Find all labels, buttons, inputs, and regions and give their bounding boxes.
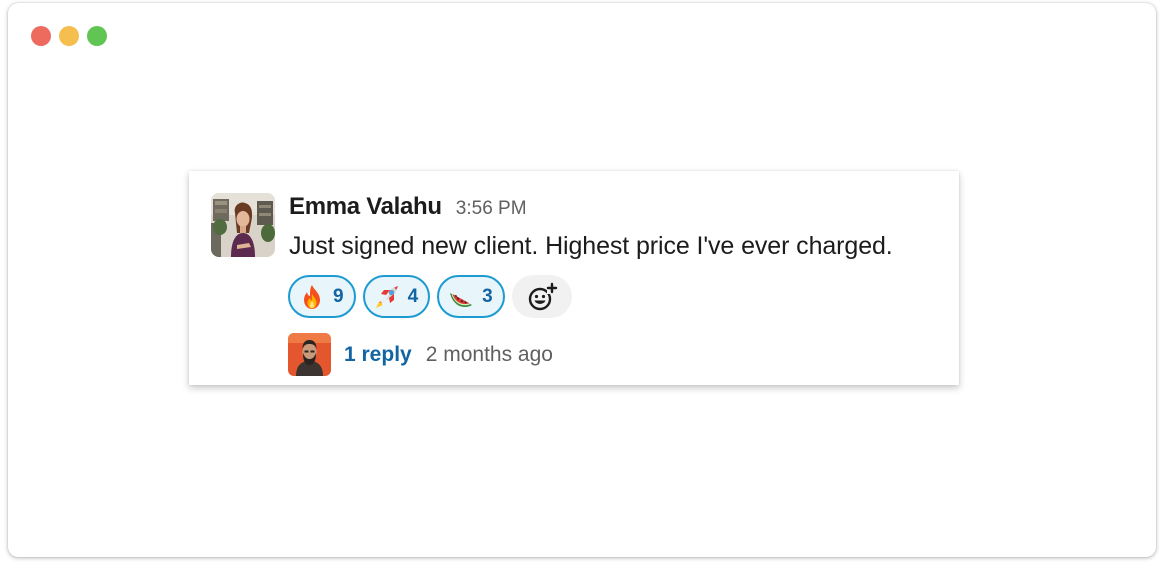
reaction-count: 3	[482, 285, 493, 307]
message-timestamp[interactable]: 3:56 PM	[456, 198, 527, 220]
rocket-emoji-icon	[375, 285, 398, 308]
reply-count-link[interactable]: 1 reply	[344, 343, 412, 367]
watermelon-emoji-icon	[450, 292, 473, 307]
reaction-count: 9	[333, 285, 344, 307]
reaction-rocket[interactable]: 4	[362, 275, 431, 318]
fire-emoji-icon	[304, 284, 320, 309]
message-header: Emma Valahu 3:56 PM	[289, 193, 527, 221]
message-card: Emma Valahu 3:56 PM Just signed new clie…	[189, 171, 959, 385]
avatar-photo	[211, 193, 275, 257]
author-avatar[interactable]	[211, 193, 275, 257]
reaction-fire[interactable]: 9	[288, 275, 356, 318]
replier-avatar[interactable]	[288, 333, 331, 376]
window-controls	[31, 26, 107, 46]
add-reaction-button[interactable]	[511, 275, 572, 318]
reaction-count: 4	[407, 285, 419, 307]
window-zoom-button[interactable]	[87, 26, 107, 46]
author-name[interactable]: Emma Valahu	[289, 193, 442, 221]
message-body: Just signed new client. Highest price I'…	[289, 232, 893, 260]
window-minimize-button[interactable]	[59, 26, 79, 46]
thread-summary[interactable]: 1 reply 2 months ago	[288, 333, 553, 376]
last-reply-time: 2 months ago	[425, 342, 553, 366]
window-close-button[interactable]	[31, 26, 51, 46]
reaction-watermelon[interactable]: 3	[437, 275, 505, 318]
replier-photo	[288, 333, 331, 376]
add-reaction-icon	[528, 282, 557, 310]
reactions-bar: 9 4 3	[288, 275, 572, 318]
